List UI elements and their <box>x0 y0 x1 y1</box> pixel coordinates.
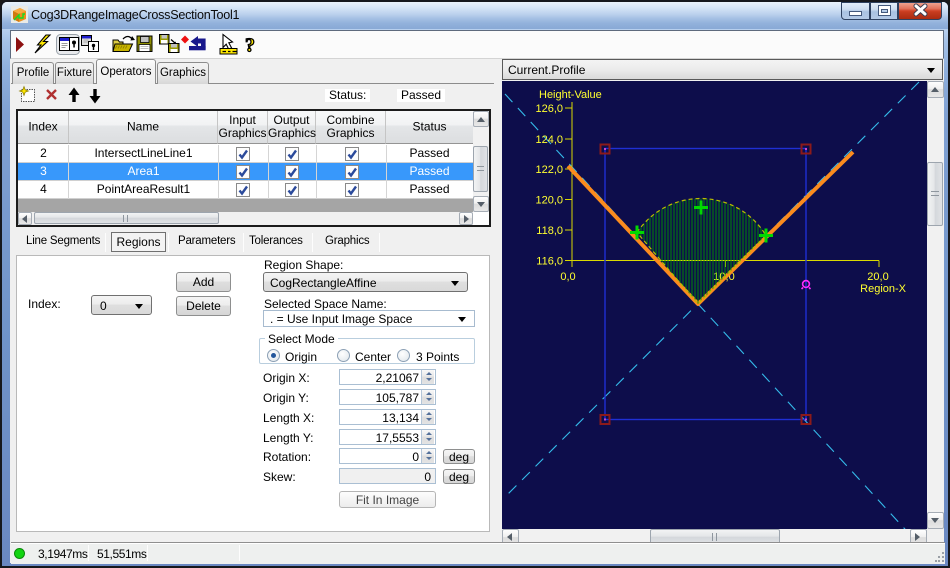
svg-text:0,0: 0,0 <box>560 271 575 283</box>
svg-text:?: ? <box>245 35 255 57</box>
svg-text:122,0: 122,0 <box>535 164 563 176</box>
svg-text:126,0: 126,0 <box>535 103 563 115</box>
svg-text:120,0: 120,0 <box>535 195 563 207</box>
svg-text:118,0: 118,0 <box>536 225 563 237</box>
svg-text:20,0: 20,0 <box>867 271 888 283</box>
svg-text:Height-Value: Height-Value <box>539 89 602 101</box>
svg-text:Region-X: Region-X <box>860 283 907 295</box>
svg-text:124,0: 124,0 <box>535 134 563 146</box>
svg-text:116,0: 116,0 <box>536 256 563 268</box>
